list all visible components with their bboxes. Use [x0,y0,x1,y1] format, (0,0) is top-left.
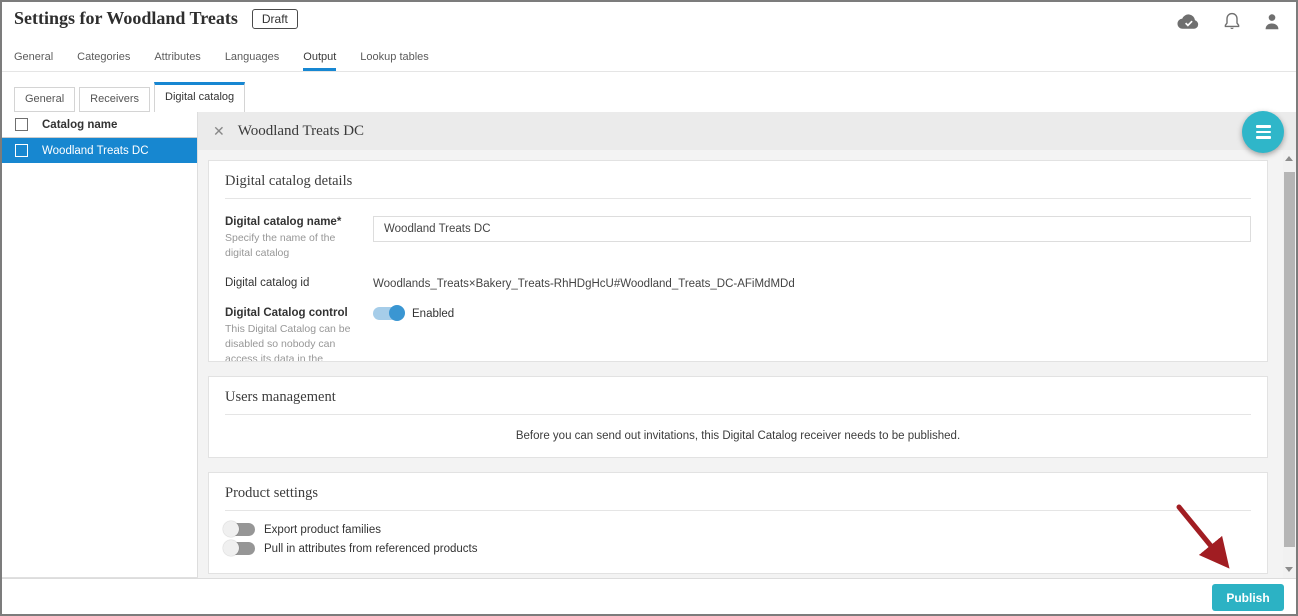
pull-in-attributes-toggle[interactable] [225,542,255,555]
tab-general[interactable]: General [14,51,53,71]
tab-categories[interactable]: Categories [77,51,130,71]
subtab-receivers[interactable]: Receivers [79,87,150,112]
vertical-scrollbar[interactable] [1283,150,1296,578]
notifications-icon[interactable] [1224,12,1240,31]
export-product-families-toggle[interactable] [225,523,255,536]
catalog-control-state: Enabled [412,308,454,320]
tab-output[interactable]: Output [303,51,336,71]
catalog-list-header: Catalog name [2,112,197,138]
footer-bar: Publish [2,578,1296,615]
catalog-id-label: Digital catalog id [225,277,373,289]
detail-scroll-area: Digital catalog details Digital catalog … [208,150,1268,578]
product-settings-card: Product settings Export product families… [208,472,1268,574]
catalog-list-panel: Catalog name Woodland Treats DC [2,112,198,578]
digital-catalog-details-card: Digital catalog details Digital catalog … [208,160,1268,362]
status-badge: Draft [252,9,298,29]
subtab-general[interactable]: General [14,87,75,112]
scroll-down-arrow-icon[interactable] [1285,567,1293,572]
catalog-row-label: Woodland Treats DC [42,145,149,157]
scroll-up-arrow-icon[interactable] [1285,156,1293,161]
publish-button[interactable]: Publish [1212,584,1284,611]
detail-pane: ✕ Woodland Treats DC Digital catalog det… [198,112,1296,578]
users-management-card: Users management Before you can send out… [208,376,1268,458]
pull-in-attributes-label: Pull in attributes from referenced produ… [264,543,478,555]
page-title: Settings for Woodland Treats [14,8,238,29]
menu-fab-button[interactable] [1242,111,1284,153]
catalog-id-value: Woodlands_Treats×Bakery_Treats-RhHDgHcU#… [373,277,1251,290]
catalog-control-toggle[interactable] [373,307,403,320]
close-icon[interactable]: ✕ [213,124,225,138]
tab-lookup-tables[interactable]: Lookup tables [360,51,429,71]
catalog-name-help: Specify the name of the digital catalog [225,231,357,260]
detail-header: ✕ Woodland Treats DC [198,112,1296,150]
settings-window: Settings for Woodland Treats Draft [0,0,1298,616]
product-section-heading: Product settings [225,473,1251,511]
users-section-heading: Users management [225,377,1251,415]
catalog-control-field-row: Digital Catalog control This Digital Cat… [225,307,1251,362]
tab-languages[interactable]: Languages [225,51,279,71]
detail-title: Woodland Treats DC [238,123,364,140]
row-checkbox[interactable] [15,144,28,157]
catalog-name-column-header: Catalog name [42,119,117,131]
catalog-control-help: This Digital Catalog can be disabled so … [225,322,357,362]
catalog-name-field-row: Digital catalog name* Specify the name o… [225,216,1251,260]
user-icon[interactable] [1264,13,1280,30]
menu-icon [1256,125,1271,128]
export-product-families-row: Export product families [225,523,1251,536]
pull-in-attributes-row: Pull in attributes from referenced produ… [225,542,1251,555]
catalog-control-label: Digital Catalog control [225,307,373,319]
tab-attributes[interactable]: Attributes [154,51,200,71]
select-all-checkbox[interactable] [15,118,28,131]
catalog-name-label: Digital catalog name* [225,216,373,228]
export-product-families-label: Export product families [264,524,381,536]
app-header: Settings for Woodland Treats Draft [2,2,1296,42]
main-tab-bar: General Categories Attributes Languages … [2,42,1296,72]
toggle-knob [223,521,239,537]
toggle-knob [389,305,405,321]
toggle-knob [223,540,239,556]
users-management-message: Before you can send out invitations, thi… [225,430,1251,442]
title-wrap: Settings for Woodland Treats Draft [14,8,298,29]
catalog-list-row[interactable]: Woodland Treats DC [2,138,197,163]
details-section-heading: Digital catalog details [225,161,1251,199]
header-icons [1175,12,1280,31]
catalog-name-input[interactable] [373,216,1251,242]
subtab-digital-catalog[interactable]: Digital catalog [154,82,245,112]
scrollbar-thumb[interactable] [1284,172,1295,547]
sub-tab-bar: General Receivers Digital catalog [14,83,249,112]
catalog-id-field-row: Digital catalog id Woodlands_Treats×Bake… [225,277,1251,290]
cloud-sync-icon[interactable] [1175,13,1200,31]
